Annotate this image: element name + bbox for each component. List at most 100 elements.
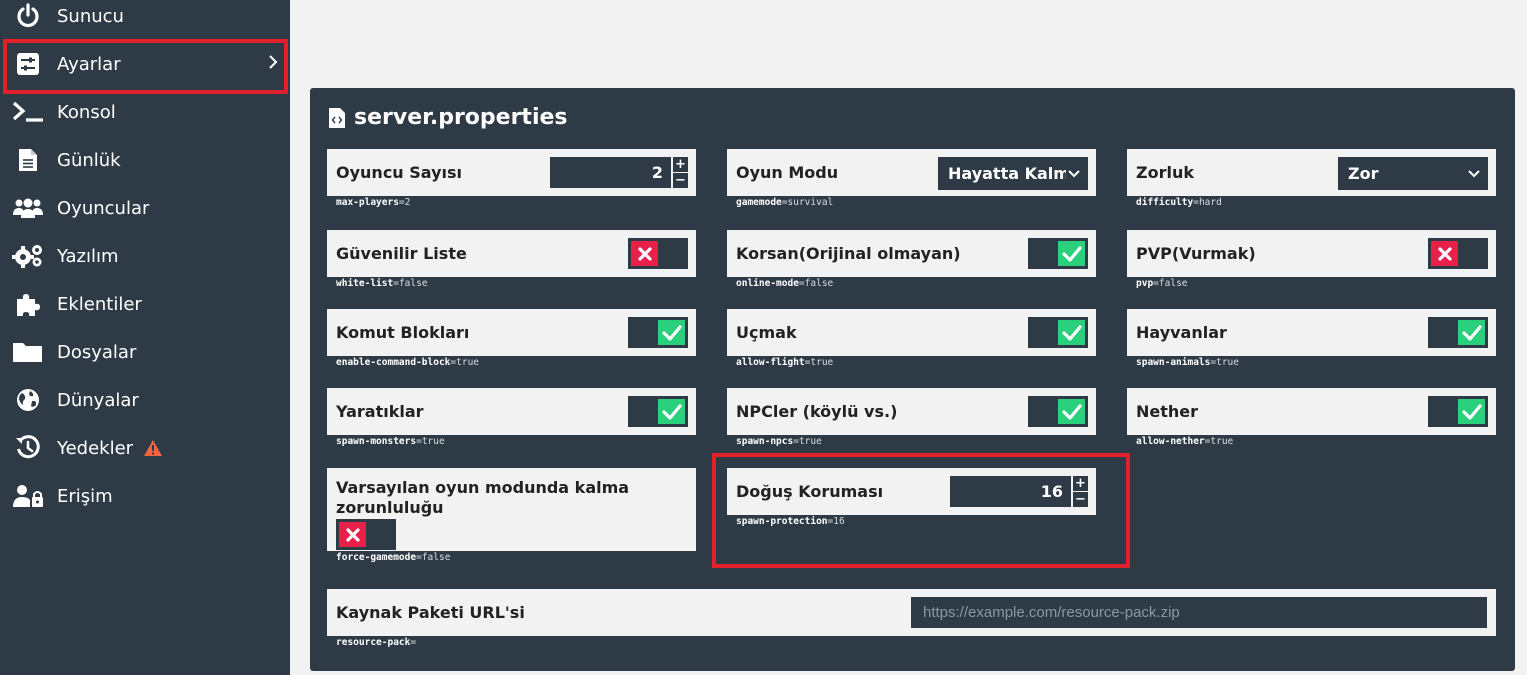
spawn-npcs-toggle[interactable] [1028, 396, 1088, 427]
setting-label: Güvenilir Liste [336, 244, 467, 263]
setting-label: Zorluk [1136, 163, 1194, 182]
sidebar-item-gunluk[interactable]: Günlük [0, 136, 290, 184]
white-list-toggle[interactable] [628, 238, 688, 269]
server-properties-panel: server.properties Oyuncu Sayısı 2 + − ma… [310, 88, 1515, 671]
setting-label: Kaynak Paketi URL'si [336, 603, 525, 622]
active-item-highlight [3, 39, 288, 94]
max-players-stepper: + − [671, 157, 688, 188]
setting-label: Komut Blokları [336, 323, 470, 342]
code-file-icon [328, 107, 346, 129]
setting-label: Nether [1136, 402, 1199, 421]
setting-resource-pack: Kaynak Paketi URL'si resource-pack= [327, 589, 1496, 650]
property-key: force-gamemode=false [327, 551, 696, 565]
property-key: allow-nether=true [1127, 435, 1496, 449]
terminal-icon [11, 99, 45, 125]
sidebar-item-label: Yedekler [57, 437, 134, 459]
sidebar-item-yazilim[interactable]: Yazılım [0, 232, 290, 280]
property-key: max-players=2 [327, 196, 696, 210]
sidebar-item-label: Günlük [57, 149, 121, 171]
folder-icon [11, 339, 45, 365]
sidebar-item-oyuncular[interactable]: Oyuncular [0, 184, 290, 232]
sidebar-item-erisim[interactable]: Erişim [0, 472, 290, 520]
check-icon [658, 320, 685, 345]
history-icon [11, 435, 45, 461]
setting-label: Oyun Modu [736, 163, 839, 182]
allow-nether-toggle[interactable] [1428, 396, 1488, 427]
check-icon [1058, 320, 1085, 345]
property-key: gamemode=survival [727, 196, 1096, 210]
sidebar-item-label: Yazılım [57, 245, 119, 267]
property-key: allow-flight=true [727, 356, 1096, 370]
puzzle-icon [11, 291, 45, 317]
property-key: spawn-animals=true [1127, 356, 1496, 370]
property-key: white-list=false [327, 277, 696, 291]
chevron-down-icon [1466, 157, 1480, 190]
setting-allow-flight: Uçmak allow-flight=true [727, 309, 1096, 370]
x-icon [1431, 241, 1458, 266]
setting-allow-nether: Nether allow-nether=true [1127, 388, 1496, 449]
users-icon [11, 195, 45, 221]
spawn-protection-highlight [712, 453, 1130, 568]
decrement-button[interactable]: − [673, 172, 688, 188]
setting-label: NPCler (köylü vs.) [736, 402, 898, 421]
sidebar-item-label: Dosyalar [57, 341, 137, 363]
allow-flight-toggle[interactable] [1028, 317, 1088, 348]
sidebar-item-dosyalar[interactable]: Dosyalar [0, 328, 290, 376]
x-icon [631, 241, 658, 266]
spawn-animals-toggle[interactable] [1428, 317, 1488, 348]
sidebar-item-eklentiler[interactable]: Eklentiler [0, 280, 290, 328]
chevron-down-icon [1066, 157, 1080, 190]
setting-label: Uçmak [736, 323, 797, 342]
force-gamemode-toggle[interactable] [336, 519, 396, 550]
globe-icon [11, 387, 45, 413]
sidebar-item-label: Eklentiler [57, 293, 142, 315]
gears-icon [11, 243, 45, 269]
property-key: spawn-monsters=true [327, 435, 696, 449]
sidebar-item-dunyalar[interactable]: Dünyalar [0, 376, 290, 424]
gamemode-select[interactable]: Hayatta Kalma [938, 157, 1088, 190]
setting-spawn-animals: Hayvanlar spawn-animals=true [1127, 309, 1496, 370]
setting-max-players: Oyuncu Sayısı 2 + − max-players=2 [327, 149, 696, 210]
setting-label: Oyuncu Sayısı [336, 163, 463, 182]
check-icon [1058, 241, 1085, 266]
setting-white-list: Güvenilir Liste white-list=false [327, 230, 696, 291]
pvp-toggle[interactable] [1428, 238, 1488, 269]
check-icon [1458, 399, 1485, 424]
increment-button[interactable]: + [673, 157, 688, 172]
x-icon [339, 522, 366, 547]
check-icon [1458, 320, 1485, 345]
setting-label: Korsan(Orijinal olmayan) [736, 244, 961, 263]
sidebar-item-label: Dünyalar [57, 389, 139, 411]
setting-online-mode: Korsan(Orijinal olmayan) online-mode=fal… [727, 230, 1096, 291]
setting-label: Varsayılan oyun modunda kalma zorunluluğ… [336, 478, 630, 517]
sidebar-item-konsol[interactable]: Konsol [0, 88, 290, 136]
online-mode-toggle[interactable] [1028, 238, 1088, 269]
spawn-monsters-toggle[interactable] [628, 396, 688, 427]
setting-difficulty: Zorluk Zor difficulty=hard [1127, 149, 1496, 210]
sidebar-item-label: Sunucu [57, 5, 124, 27]
sidebar-item-label: Erişim [57, 485, 113, 507]
sidebar-item-label: Konsol [57, 101, 116, 123]
property-key: enable-command-block=true [327, 356, 696, 370]
property-key: online-mode=false [727, 277, 1096, 291]
setting-label: PVP(Vurmak) [1136, 244, 1256, 263]
warning-icon [143, 439, 163, 457]
setting-label: Yaratıklar [336, 402, 424, 421]
command-block-toggle[interactable] [628, 317, 688, 348]
panel-title: server.properties [328, 105, 568, 130]
sidebar: Sunucu Ayarlar Konsol Günlük Oyuncular Y… [0, 0, 290, 675]
property-key: pvp=false [1127, 277, 1496, 291]
sidebar-item-label: Oyuncular [57, 197, 150, 219]
difficulty-select[interactable]: Zor [1338, 157, 1488, 190]
setting-spawn-monsters: Yaratıklar spawn-monsters=true [327, 388, 696, 449]
sidebar-item-yedekler[interactable]: Yedekler [0, 424, 290, 472]
log-file-icon [11, 147, 45, 173]
setting-gamemode: Oyun Modu Hayatta Kalma gamemode=surviva… [727, 149, 1096, 210]
setting-command-block: Komut Blokları enable-command-block=true [327, 309, 696, 370]
resource-pack-input[interactable] [911, 597, 1487, 628]
check-icon [658, 399, 685, 424]
user-lock-icon [11, 483, 45, 509]
max-players-input[interactable]: 2 + − [550, 157, 688, 188]
property-key: difficulty=hard [1127, 196, 1496, 210]
sidebar-item-sunucu[interactable]: Sunucu [0, 0, 290, 40]
